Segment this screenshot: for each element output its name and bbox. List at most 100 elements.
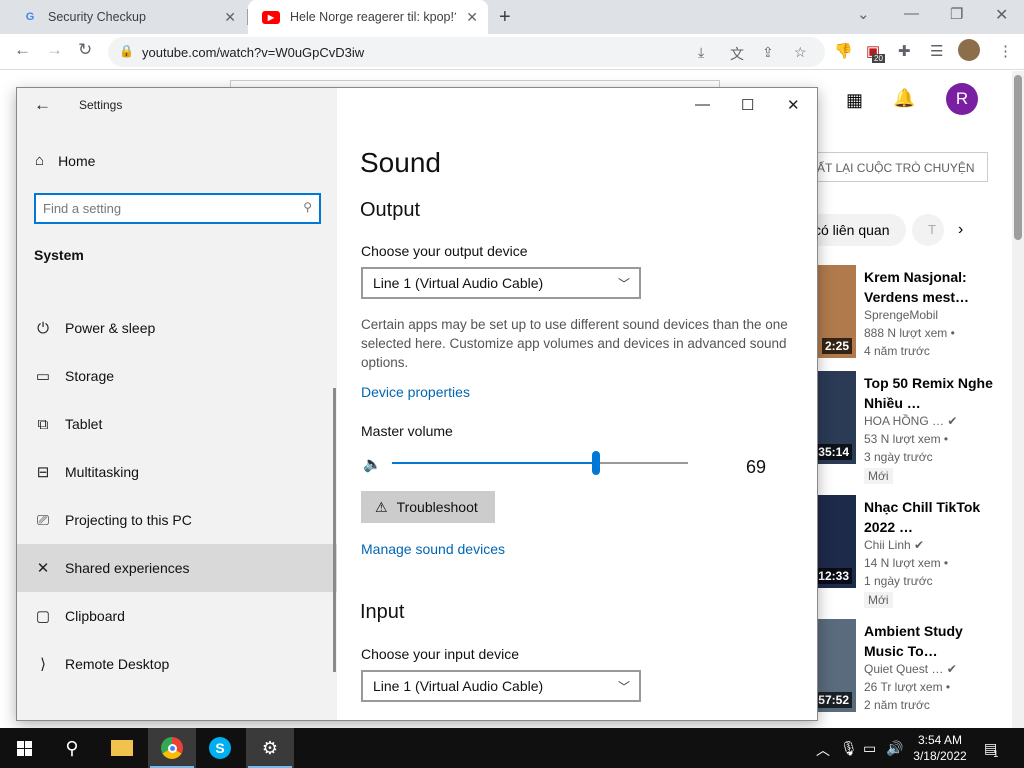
- device-properties-link[interactable]: Device properties: [361, 384, 470, 400]
- home-icon: ⌂: [35, 152, 45, 169]
- chevron-down-icon: ﹀: [617, 680, 630, 694]
- chrome-taskbar-icon[interactable]: [148, 728, 196, 768]
- profile-avatar-icon[interactable]: [958, 39, 980, 61]
- search-icon: ⚲: [303, 200, 312, 214]
- bookmark-star-icon[interactable]: ☆: [794, 44, 807, 61]
- search-icon[interactable]: ⚲: [48, 728, 96, 768]
- browser-menu-icon[interactable]: ⋮: [998, 42, 1013, 60]
- network-icon[interactable]: ▭: [863, 740, 876, 757]
- sidebar-item-shared-experiences[interactable]: ✕ Shared experiences: [17, 544, 337, 592]
- maximize-icon[interactable]: ☐: [741, 96, 754, 114]
- sidebar-item-storage[interactable]: ▭ Storage: [17, 352, 337, 400]
- close-window-icon[interactable]: ✕: [995, 5, 1008, 25]
- video-item[interactable]: 12:33 Nhạc Chill TikTok 2022 … Chii Linh…: [788, 495, 1008, 615]
- video-item[interactable]: 35:14 Top 50 Remix Nghe Nhiều … HOA HỒNG…: [788, 371, 1008, 491]
- sidebar-item-label: Projecting to this PC: [65, 512, 192, 528]
- tablet-icon: ⧉: [37, 415, 49, 433]
- microphone-icon[interactable]: 🎙: [840, 740, 858, 757]
- home-nav-item[interactable]: ⌂ Home: [35, 152, 95, 169]
- output-heading: Output: [360, 199, 421, 221]
- taskbar: ⚲ S ⚙ ︿ 🎙 ▭ 🔊 3:54 AM 3/18/2022 ▤1: [0, 728, 1024, 768]
- media-queue-icon[interactable]: ☰: [930, 42, 943, 60]
- start-button[interactable]: [0, 728, 48, 768]
- scrollbar-thumb[interactable]: [1014, 75, 1022, 240]
- video-item[interactable]: 2:25 Krem Nasjonal: Verdens mest… Spreng…: [788, 265, 1008, 385]
- close-tab-icon[interactable]: ✕: [224, 9, 236, 26]
- video-age: 4 năm trước: [864, 344, 930, 358]
- forward-icon[interactable]: →: [46, 40, 63, 60]
- install-app-icon[interactable]: ⤓: [698, 44, 704, 61]
- input-device-label: Choose your input device: [361, 646, 519, 662]
- video-channel[interactable]: Quiet Quest … ✔: [864, 662, 957, 676]
- sidebar-item-tablet[interactable]: ⧉ Tablet: [17, 400, 337, 448]
- lock-icon[interactable]: 🔒: [119, 44, 134, 58]
- output-device-dropdown[interactable]: Line 1 (Virtual Audio Cable) ﹀: [361, 267, 641, 299]
- video-item[interactable]: 57:52 Ambient Study Music To… Quiet Ques…: [788, 619, 1008, 739]
- warning-icon: ⚠: [375, 498, 388, 515]
- settings-gear-icon[interactable]: ⚙: [246, 728, 294, 768]
- output-device-value: Line 1 (Virtual Audio Cable): [373, 275, 544, 291]
- sidebar-item-projecting[interactable]: ⎚ Projecting to this PC: [17, 496, 337, 544]
- video-title[interactable]: Nhạc Chill TikTok 2022 …: [864, 497, 1000, 537]
- video-title[interactable]: Ambient Study Music To…: [864, 621, 1000, 661]
- notifications-bell-icon[interactable]: 🔔: [893, 88, 915, 109]
- extension-badge-icon[interactable]: ▣ 20: [866, 42, 885, 63]
- next-chip[interactable]: T: [912, 214, 944, 246]
- file-explorer-icon[interactable]: [98, 728, 146, 768]
- sidebar-item-clipboard[interactable]: ▢ Clipboard: [17, 592, 337, 640]
- share-icon[interactable]: ⇪: [762, 44, 774, 61]
- show-hidden-icons-icon[interactable]: ︿: [816, 740, 830, 760]
- volume-slider-thumb[interactable]: [592, 451, 601, 475]
- troubleshoot-button[interactable]: ⚠ Troubleshoot: [361, 491, 495, 523]
- manage-sound-devices-link[interactable]: Manage sound devices: [361, 541, 505, 557]
- settings-sidebar: ← Settings ⌂ Home ⚲ System ⏻ Power & sle…: [17, 88, 337, 720]
- restore-icon[interactable]: ❐: [950, 5, 963, 23]
- back-icon[interactable]: ←: [14, 40, 31, 60]
- video-duration: 2:25: [821, 338, 852, 354]
- account-avatar[interactable]: R: [946, 83, 978, 115]
- extensions-puzzle-icon[interactable]: ✚: [898, 42, 911, 60]
- master-volume-value: 69: [746, 457, 767, 477]
- minimize-icon[interactable]: —: [904, 5, 919, 22]
- video-title[interactable]: Krem Nasjonal: Verdens mest…: [864, 267, 1000, 307]
- back-arrow-icon[interactable]: ←: [34, 95, 51, 115]
- system-clock[interactable]: 3:54 AM 3/18/2022: [904, 732, 976, 764]
- close-tab-icon[interactable]: ✕: [466, 9, 478, 26]
- reload-icon[interactable]: ↻: [78, 40, 92, 60]
- translate-icon[interactable]: ⽂: [730, 44, 744, 64]
- sidebar-item-remote-desktop[interactable]: ⟩ Remote Desktop: [17, 640, 337, 688]
- tab-search-icon[interactable]: ⌄: [857, 5, 870, 23]
- input-device-dropdown[interactable]: Line 1 (Virtual Audio Cable) ﹀: [361, 670, 641, 702]
- settings-search-box[interactable]: ⚲: [34, 193, 321, 224]
- video-channel[interactable]: SprengeMobil: [864, 308, 938, 322]
- sidebar-scrollbar[interactable]: [333, 388, 336, 672]
- video-channel[interactable]: HOA HỒNG … ✔: [864, 414, 957, 428]
- browser-tab-strip: G Security Checkup ✕ ▶ Hele Norge reager…: [0, 0, 1024, 34]
- dislike-extension-icon[interactable]: 👎: [834, 42, 853, 60]
- chat-replay-button[interactable]: ẤT LẠI CUỘC TRÒ CHUYỆN: [790, 152, 988, 182]
- video-title[interactable]: Top 50 Remix Nghe Nhiều …: [864, 373, 1000, 413]
- clipboard-icon: ▢: [35, 608, 51, 625]
- notification-center-icon[interactable]: ▤1: [984, 740, 1002, 759]
- url-text[interactable]: youtube.com/watch?v=W0uGpCvD3iw: [142, 45, 364, 60]
- apps-grid-icon[interactable]: ▦: [846, 90, 863, 111]
- close-icon[interactable]: ✕: [787, 96, 800, 114]
- sidebar-item-multitasking[interactable]: ⊟ Multitasking: [17, 448, 337, 496]
- page-scrollbar[interactable]: [1012, 71, 1024, 728]
- tab-youtube-video[interactable]: ▶ Hele Norge reagerer til: kpop!? B ✕: [248, 0, 488, 34]
- chevron-right-icon[interactable]: ›: [958, 221, 963, 239]
- browser-toolbar: ← → ↻ 🔒 youtube.com/watch?v=W0uGpCvD3iw …: [0, 34, 1024, 70]
- volume-icon[interactable]: 🔊: [886, 740, 903, 757]
- tab-security-checkup[interactable]: G Security Checkup ✕: [8, 0, 246, 34]
- google-favicon-icon: G: [25, 11, 35, 23]
- master-volume-slider[interactable]: [392, 451, 688, 475]
- search-input[interactable]: [43, 199, 283, 218]
- address-bar[interactable]: 🔒 youtube.com/watch?v=W0uGpCvD3iw ⤓ ⽂ ⇪ …: [108, 37, 825, 67]
- video-channel[interactable]: Chii Linh ✔: [864, 538, 924, 552]
- skype-icon[interactable]: S: [196, 728, 244, 768]
- speaker-icon[interactable]: 🔈: [363, 455, 382, 473]
- minimize-icon[interactable]: —: [695, 96, 710, 113]
- new-tab-icon[interactable]: +: [499, 6, 511, 29]
- sidebar-item-power-sleep[interactable]: ⏻ Power & sleep: [17, 304, 337, 352]
- sidebar-item-label: Tablet: [65, 416, 103, 432]
